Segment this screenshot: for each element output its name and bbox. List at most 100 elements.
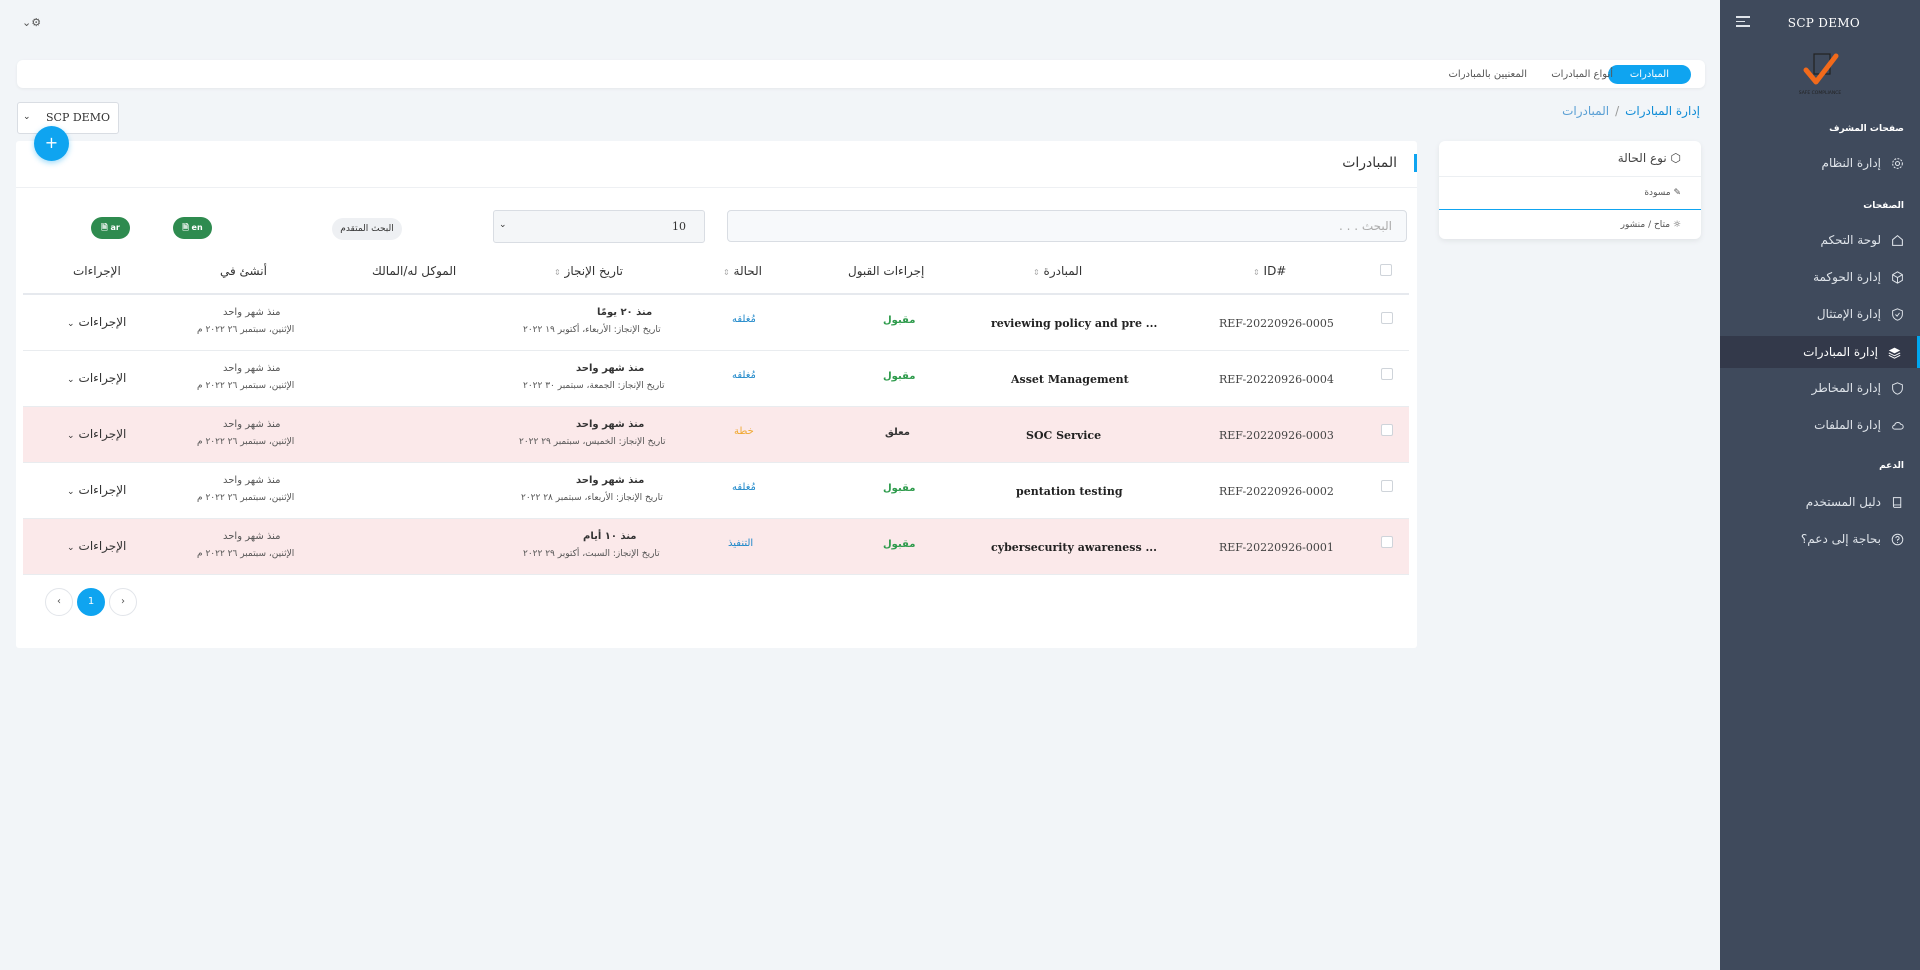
row-due-relative: منذ شهر واحد: [576, 475, 645, 486]
row-actions-dropdown[interactable]: ⌄ الإجراءات: [67, 539, 126, 553]
row-created-date: الإثنين، سبتمبر ٢٦ ٢٠٢٢ م: [197, 437, 295, 447]
search-input[interactable]: البحث . . .: [727, 210, 1407, 242]
chevron-down-icon: ⌄: [499, 220, 507, 230]
sort-icon: ⇕: [1253, 268, 1260, 277]
sidebar-item-compliance[interactable]: إدارة الإمتثال: [1720, 299, 1920, 329]
row-actions-label: الإجراءات: [78, 427, 127, 441]
help-icon: [1891, 533, 1904, 545]
add-initiative-button[interactable]: +: [34, 126, 69, 161]
row-actions-dropdown[interactable]: ⌄ الإجراءات: [67, 427, 126, 441]
row-acceptance: معلق: [885, 427, 910, 438]
sidebar-item-risks[interactable]: إدارة المخاطر: [1720, 373, 1920, 403]
sidebar-item-system[interactable]: إدارة النظام: [1720, 148, 1920, 178]
select-all-checkbox[interactable]: [1380, 264, 1392, 276]
status-type-filter: ⬡ نوع الحالة ✎ مسودة ☼ متاح / منشور: [1439, 141, 1701, 239]
breadcrumb: إدارة المبادرات / المبادرات: [1562, 104, 1700, 118]
row-due-date: تاريخ الإنجاز: الخميس، سبتمبر ٢٩ ٢٠٢٢: [519, 437, 666, 447]
sidebar-item-initiatives[interactable]: إدارة المبادرات: [1720, 336, 1920, 368]
layers-icon: [1888, 347, 1901, 359]
sidebar-item-support[interactable]: بحاجة إلى دعم؟: [1720, 524, 1920, 554]
sidebar-item-user-guide[interactable]: دليل المستخدم: [1720, 487, 1920, 517]
pagination-next-button[interactable]: ›: [109, 588, 137, 616]
export-ar-button[interactable]: 🗎 ar: [91, 217, 130, 239]
table-row[interactable]: REF-20220926-0001 cybersecurity awarenes…: [23, 519, 1409, 575]
row-initiative-name[interactable]: cybersecurity awareness ...: [991, 541, 1157, 554]
row-acceptance: مقبول: [883, 483, 916, 494]
section-pages: الصفحات: [1863, 201, 1904, 211]
row-actions-label: الإجراءات: [78, 539, 127, 553]
initiatives-card: المبادرات البحث . . . ⌄ 10 البحث المتقدم…: [16, 141, 1417, 648]
company-select[interactable]: ⌄ SCP DEMO: [17, 102, 119, 134]
row-due-relative: منذ ٢٠ يومًا: [597, 307, 653, 318]
company-select-value: SCP DEMO: [46, 111, 110, 124]
divider: [16, 187, 1417, 188]
row-due-date: تاريخ الإنجاز: الأربعاء، سبتمبر ٢٨ ٢٠٢٢: [521, 493, 663, 503]
header-due-date[interactable]: ⇕ تاريخ الإنجاز: [554, 264, 623, 278]
sidebar-item-label: بحاجة إلى دعم؟: [1800, 532, 1881, 546]
sidebar-item-label: دليل المستخدم: [1805, 495, 1881, 509]
cloud-icon: [1892, 421, 1904, 430]
row-initiative-name[interactable]: pentation testing: [1016, 485, 1123, 498]
row-checkbox[interactable]: [1381, 424, 1393, 436]
filter-item-published[interactable]: ☼ متاح / منشور: [1621, 220, 1681, 230]
table-row[interactable]: REF-20220926-0005 reviewing policy and p…: [23, 295, 1409, 351]
row-status: خطة: [734, 426, 754, 437]
row-checkbox[interactable]: [1381, 536, 1393, 548]
sidebar-item-label: لوحة التحكم: [1820, 233, 1882, 247]
sort-icon: ⇕: [1033, 268, 1040, 277]
row-due-relative: منذ ١٠ أيام: [583, 531, 637, 542]
row-acceptance: مقبول: [883, 315, 916, 326]
header-status[interactable]: ⇕ الحالة: [723, 264, 762, 278]
gear-icon: ⚙: [31, 16, 42, 29]
breadcrumb-root[interactable]: إدارة المبادرات: [1625, 104, 1700, 118]
table-row[interactable]: REF-20220926-0002 pentation testing مقبو…: [23, 463, 1409, 519]
row-actions-dropdown[interactable]: ⌄ الإجراءات: [67, 483, 126, 497]
row-actions-dropdown[interactable]: ⌄ الإجراءات: [67, 371, 126, 385]
export-en-button[interactable]: 🗎 en: [173, 217, 212, 239]
pagination-page-1[interactable]: 1: [77, 588, 105, 616]
settings-dropdown[interactable]: ⌄⚙: [22, 16, 41, 29]
breadcrumb-current: المبادرات: [1562, 104, 1610, 118]
sidebar-item-governance[interactable]: إدارة الحوكمة: [1720, 262, 1920, 292]
row-initiative-name[interactable]: SOC Service: [1026, 429, 1101, 442]
sidebar-item-label: إدارة النظام: [1821, 156, 1881, 170]
menu-toggle-icon[interactable]: [1736, 16, 1750, 30]
row-initiative-name[interactable]: reviewing policy and pre ...: [991, 317, 1157, 330]
filter-item-draft[interactable]: ✎ مسودة: [1644, 188, 1681, 198]
table-row[interactable]: REF-20220926-0003 SOC Service معلق خطة م…: [23, 407, 1409, 463]
row-due-date: تاريخ الإنجاز: الجمعة، سبتمبر ٣٠ ٢٠٢٢: [523, 381, 665, 391]
title-accent-bar: [1414, 154, 1417, 172]
row-created-relative: منذ شهر واحد: [223, 307, 281, 318]
row-checkbox[interactable]: [1381, 368, 1393, 380]
card-title: المبادرات: [1342, 155, 1397, 171]
header-id[interactable]: ⇕ ID#: [1253, 264, 1286, 278]
chevron-down-icon: ⌄: [67, 487, 75, 497]
row-initiative-name[interactable]: Asset Management: [1011, 373, 1129, 386]
tab-initiatives[interactable]: المبادرات: [1607, 65, 1691, 84]
table-row[interactable]: REF-20220926-0004 Asset Management مقبول…: [23, 351, 1409, 407]
row-due-date: تاريخ الإنجاز: الأربعاء، أكتوبر ١٩ ٢٠٢٢: [523, 325, 661, 335]
sidebar-item-dashboard[interactable]: لوحة التحكم: [1720, 225, 1920, 255]
sun-icon: ☼: [1672, 220, 1681, 230]
tab-initiative-stakeholders[interactable]: المعنيين بالمبادرات: [1449, 65, 1527, 84]
tab-initiative-types[interactable]: أنواع المبادرات: [1551, 65, 1613, 84]
row-actions-label: الإجراءات: [78, 371, 127, 385]
row-checkbox[interactable]: [1381, 312, 1393, 324]
advanced-search-button[interactable]: البحث المتقدم: [332, 218, 402, 240]
pagination-prev-button[interactable]: ‹: [45, 588, 73, 616]
book-icon: [1892, 496, 1902, 508]
page-size-select[interactable]: ⌄ 10: [493, 210, 705, 243]
sort-icon: ⇕: [554, 268, 561, 277]
shield-check-icon: [1892, 307, 1903, 321]
row-acceptance: مقبول: [883, 539, 916, 550]
chevron-down-icon: ⌄: [67, 431, 75, 441]
sort-icon: ⇕: [723, 268, 730, 277]
header-status-label: الحالة: [733, 264, 763, 278]
sidebar-item-files[interactable]: إدارة الملفات: [1720, 410, 1920, 440]
row-actions-label: الإجراءات: [78, 315, 127, 329]
plus-icon: +: [44, 133, 59, 152]
row-checkbox[interactable]: [1381, 480, 1393, 492]
row-actions-dropdown[interactable]: ⌄ الإجراءات: [67, 315, 126, 329]
header-acceptance: إجراءات القبول: [848, 264, 925, 278]
header-initiative[interactable]: ⇕ المبادرة: [1033, 264, 1082, 278]
